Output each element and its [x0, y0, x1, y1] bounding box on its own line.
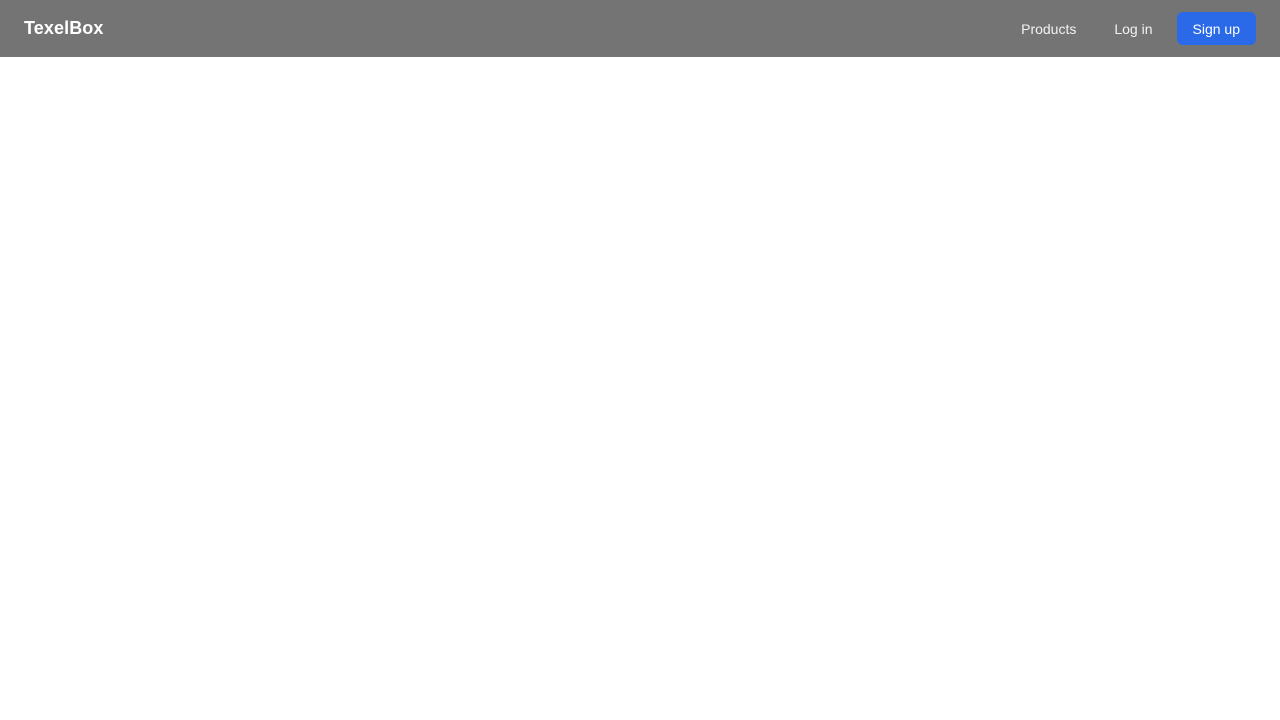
nav-links: Products Log in Sign up [1021, 0, 1256, 57]
nav-link-products[interactable]: Products [1021, 15, 1076, 43]
signup-button[interactable]: Sign up [1176, 12, 1256, 45]
main-content-area [0, 57, 1280, 720]
brand-logo-text[interactable]: TexelBox [24, 18, 104, 39]
top-navbar: TexelBox Products Log in Sign up [0, 0, 1280, 57]
nav-link-login[interactable]: Log in [1114, 15, 1152, 43]
